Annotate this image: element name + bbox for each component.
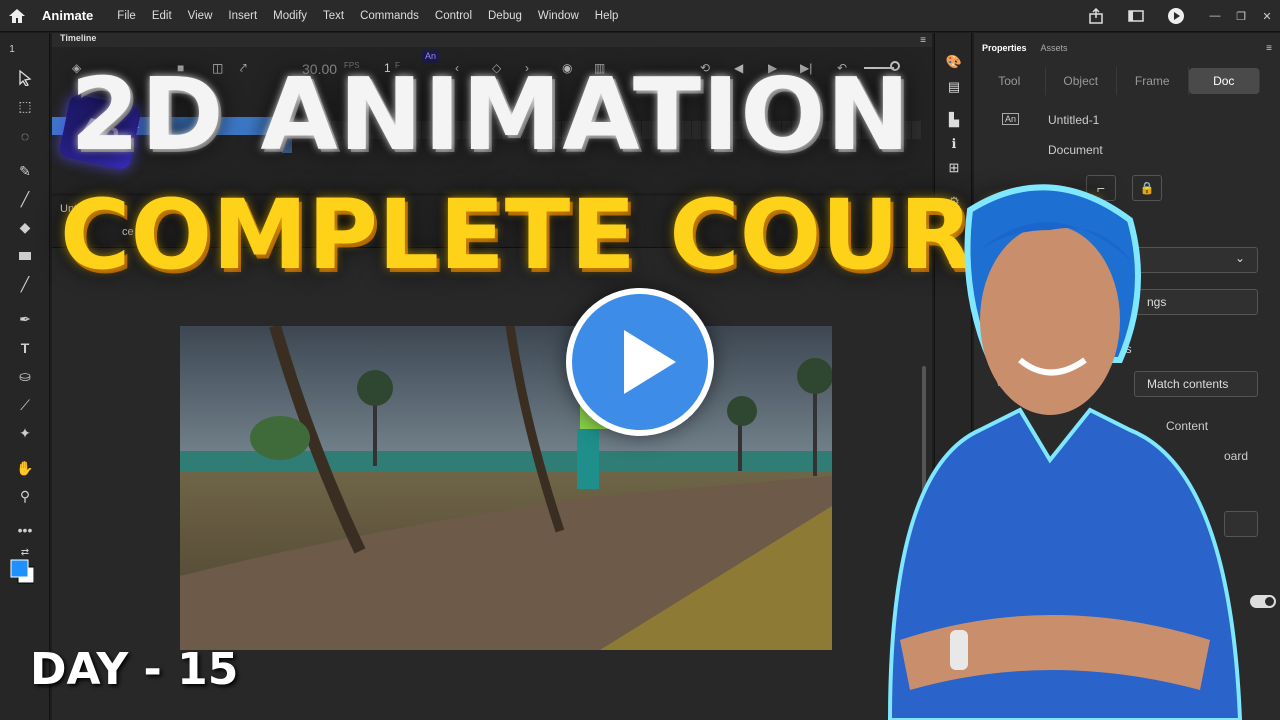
paint-bucket-icon[interactable]: ⛀ — [13, 365, 37, 387]
align-panel-icon[interactable]: ▙ — [945, 111, 963, 129]
timeline-menu-icon[interactable]: ≡ — [920, 35, 926, 46]
day-label: DAY - 15 — [30, 644, 239, 695]
text-tool-icon[interactable]: T — [13, 337, 37, 359]
free-transform-tool-icon[interactable]: ⬚ — [13, 95, 37, 117]
tools-number: 1 — [9, 43, 15, 55]
play-button-icon[interactable] — [566, 288, 714, 436]
menu-edit[interactable]: Edit — [144, 10, 180, 22]
pen-tool-icon[interactable]: ✒ — [13, 308, 37, 330]
menu-control[interactable]: Control — [427, 10, 480, 22]
pin-tool-icon[interactable]: ✦ — [13, 422, 37, 444]
tab-doc[interactable]: Doc — [1188, 68, 1260, 94]
library-icon[interactable]: ▤ — [945, 78, 963, 96]
menu-bar: Animate File Edit View Insert Modify Tex… — [0, 0, 1280, 32]
menu-view[interactable]: View — [180, 10, 221, 22]
hand-tool-icon[interactable]: ✋ — [13, 457, 37, 479]
timeline-title: Timeline — [52, 33, 932, 47]
more-tools-icon[interactable]: ••• — [13, 519, 37, 541]
eraser-tool-icon[interactable]: ◆ — [13, 216, 37, 238]
test-movie-icon[interactable] — [1156, 0, 1196, 32]
document-icon: An — [1002, 113, 1020, 125]
tools-panel: 1 ⬚ ◌ ✎ ╱ ◆ ╱ ✒ T ⛀ ⟋ ✦ ✋ ⚲ ••• ⇄ — [0, 33, 50, 720]
menu-window[interactable]: Window — [530, 10, 587, 22]
restore-icon[interactable]: ❐ — [1228, 10, 1254, 23]
title-line-2: COMPLETE COURSE — [60, 179, 1108, 291]
properties-subtabs: Tool Object Frame Doc — [974, 67, 1280, 95]
tab-assets[interactable]: Assets — [1041, 43, 1068, 53]
menu-insert[interactable]: Insert — [220, 10, 265, 22]
document-type: Document — [1048, 143, 1103, 157]
menu-debug[interactable]: Debug — [480, 10, 530, 22]
share-icon[interactable] — [1076, 0, 1116, 32]
menu-modify[interactable]: Modify — [265, 10, 315, 22]
menu-help[interactable]: Help — [587, 10, 627, 22]
window-controls: — ❐ ✕ — [1202, 10, 1280, 23]
menu-text[interactable]: Text — [315, 10, 352, 22]
paint-brush-icon[interactable]: ╱ — [13, 188, 37, 210]
app-name: Animate — [42, 8, 94, 23]
menu-file[interactable]: File — [109, 10, 144, 22]
selection-tool-icon[interactable] — [13, 67, 37, 89]
tab-frame[interactable]: Frame — [1117, 67, 1189, 95]
document-name: Untitled-1 — [1048, 113, 1100, 127]
rectangle-tool-icon[interactable] — [13, 245, 37, 267]
lasso-tool-icon[interactable]: ◌ — [13, 125, 37, 147]
close-icon[interactable]: ✕ — [1254, 10, 1280, 23]
line-tool-icon[interactable]: ╱ — [13, 273, 37, 295]
brush-tool-icon[interactable]: ✎ — [13, 160, 37, 182]
minimize-icon[interactable]: — — [1202, 10, 1228, 22]
presenter-image — [850, 170, 1280, 720]
properties-menu-icon[interactable]: ≡ — [1266, 43, 1272, 54]
color-panel-icon[interactable]: 🎨 — [945, 53, 963, 71]
fill-color-swatch[interactable] — [10, 559, 34, 584]
title-line-1: 2D ANIMATION — [70, 56, 911, 173]
zoom-tool-icon[interactable]: ⚲ — [13, 485, 37, 507]
tab-properties[interactable]: Properties — [982, 43, 1027, 53]
screen: Animate File Edit View Insert Modify Tex… — [0, 0, 1280, 720]
properties-tabs: Properties Assets — [974, 33, 1280, 63]
stage-canvas[interactable] — [180, 326, 832, 650]
eyedropper-icon[interactable]: ⟋ — [13, 394, 37, 416]
tab-tool[interactable]: Tool — [974, 67, 1046, 95]
tab-object[interactable]: Object — [1046, 67, 1117, 95]
menu-commands[interactable]: Commands — [352, 10, 427, 22]
menu-right: — ❐ ✕ — [1076, 0, 1280, 32]
workspace-icon[interactable] — [1116, 0, 1156, 32]
info-icon[interactable]: ℹ — [945, 135, 963, 153]
home-icon[interactable] — [0, 0, 34, 32]
